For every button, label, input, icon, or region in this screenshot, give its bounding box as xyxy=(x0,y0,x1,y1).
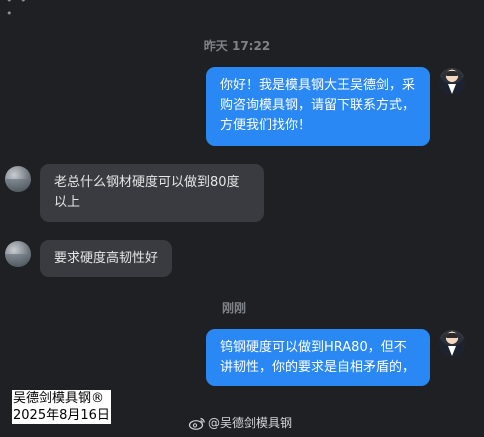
message-bubble-incoming[interactable]: 要求硬度高韧性好 xyxy=(40,240,172,277)
globe-avatar[interactable] xyxy=(5,241,31,267)
chat-thread: • • • 昨天 17:22 你好！我是模具钢大王吴德剑，采购咨询模具钢，请留下… xyxy=(0,0,484,437)
weibo-icon xyxy=(188,417,205,430)
weibo-handle: @吴德剑模具钢 xyxy=(208,416,293,430)
weibo-watermark: @吴德剑模具钢 xyxy=(188,414,292,431)
globe-avatar[interactable] xyxy=(5,166,31,192)
timestamp-just-now: 刚刚 xyxy=(221,301,246,315)
message-bubble-outgoing[interactable]: 钨钢硬度可以做到HRA80，但不讲韧性，你的要求是自相矛盾的， xyxy=(206,329,430,386)
cropped-status-fragment: • • • xyxy=(6,0,29,20)
businessman-avatar[interactable] xyxy=(439,330,465,356)
message-bubble-outgoing[interactable]: 你好！我是模具钢大王吴德剑，采购咨询模具钢，请留下联系方式，方便我们找你！ xyxy=(206,67,430,146)
businessman-avatar[interactable] xyxy=(439,68,465,94)
watermark-brand: 吴德剑模具钢® xyxy=(13,391,105,406)
timestamp-yesterday: 昨天 17:22 xyxy=(203,39,271,53)
watermark-date: 2025年8月16日 xyxy=(13,408,110,423)
message-bubble-incoming[interactable]: 老总什么钢材硬度可以做到80度以上 xyxy=(40,164,264,222)
brand-watermark: 吴德剑模具钢® 2025年8月16日 xyxy=(12,390,111,424)
